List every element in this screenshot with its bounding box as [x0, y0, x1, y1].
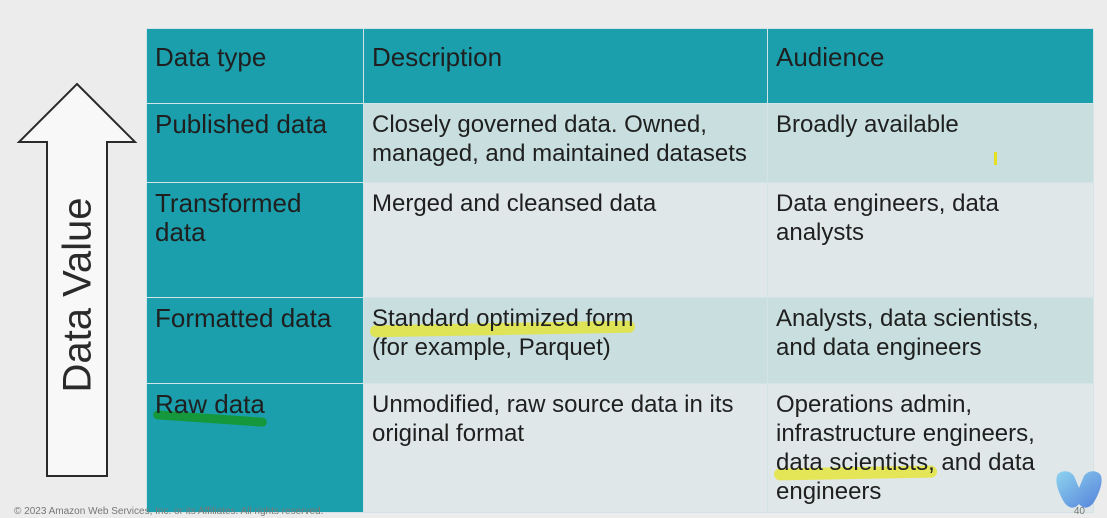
- row-type: Raw data: [146, 383, 364, 513]
- table-row: Formatted data Standard optimized form (f…: [146, 297, 1094, 384]
- row-audience: Analysts, data scientists, and data engi…: [767, 297, 1094, 384]
- row-audience: Operations admin, infrastructure enginee…: [767, 383, 1094, 513]
- highlighted-text: data scientists,: [776, 449, 935, 476]
- data-types-table: Data type Description Audience Published…: [146, 28, 1094, 513]
- slide: Data Value Data type Description Audienc…: [0, 0, 1107, 518]
- table-row: Transformed data Merged and cleansed dat…: [146, 182, 1094, 298]
- axis-label: Data Value: [55, 197, 100, 393]
- audience-before: Operations admin, infrastructure enginee…: [776, 391, 1035, 447]
- row-type: Transformed data: [146, 182, 364, 298]
- table-row: Raw data Unmodified, raw source data in …: [146, 383, 1094, 513]
- row-type: Published data: [146, 103, 364, 183]
- row-audience: Broadly available: [767, 103, 1094, 183]
- highlighted-text: Raw data: [155, 389, 265, 419]
- header-audience: Audience: [767, 28, 1094, 104]
- header-data-type: Data type: [146, 28, 364, 104]
- row-audience: Data engineers, data analysts: [767, 182, 1094, 298]
- header-description: Description: [363, 28, 768, 104]
- app-logo-icon: [1056, 471, 1102, 508]
- row-description: Merged and cleansed data: [363, 182, 768, 298]
- highlighted-text: Standard optimized form: [372, 305, 634, 332]
- row-description: Standard optimized form (for example, Par…: [363, 297, 768, 384]
- row-type: Formatted data: [146, 297, 364, 384]
- table-row: Published data Closely governed data. Ow…: [146, 103, 1094, 183]
- table-header-row: Data type Description Audience: [146, 28, 1094, 104]
- row-description: Unmodified, raw source data in its origi…: [363, 383, 768, 513]
- row-description: Closely governed data. Owned, managed, a…: [363, 103, 768, 183]
- copyright-footer: © 2023 Amazon Web Services, Inc. or its …: [14, 506, 324, 517]
- description-rest: (for example, Parquet): [372, 334, 611, 361]
- annotation-mark: [994, 152, 997, 165]
